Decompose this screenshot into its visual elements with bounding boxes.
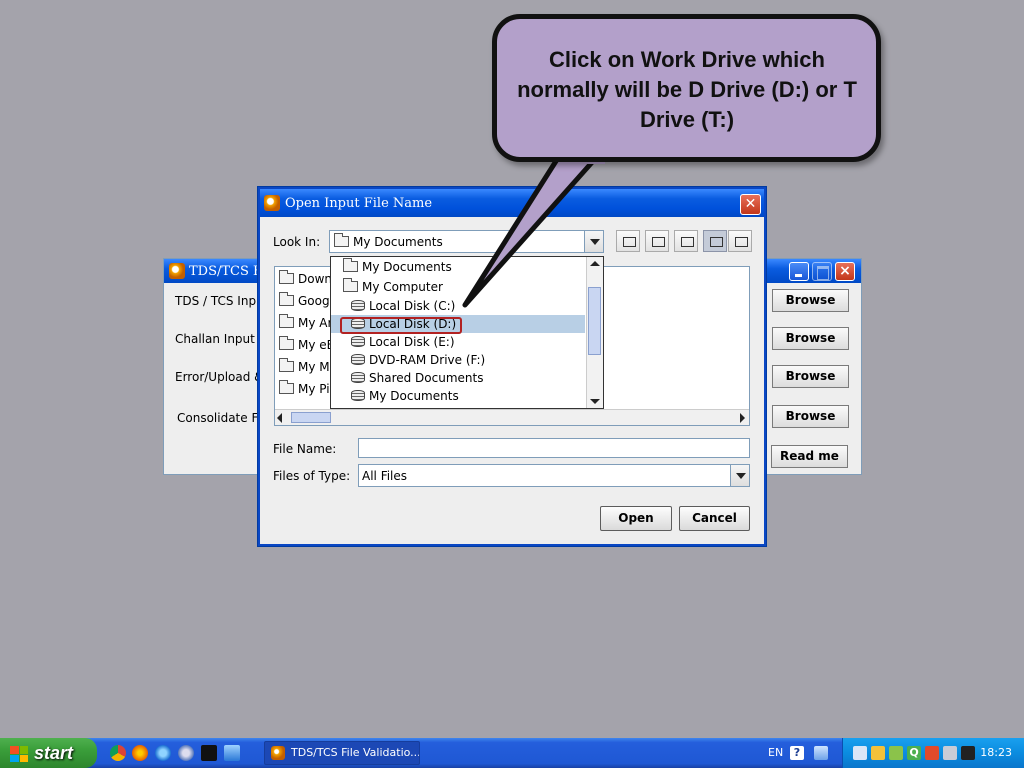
- browse-button-1[interactable]: Browse: [772, 289, 849, 312]
- minimize-icon[interactable]: [789, 262, 809, 281]
- folder-icon: [279, 380, 294, 394]
- list-view-icon[interactable]: [703, 230, 727, 252]
- dialog-title: Open Input File Name: [285, 195, 433, 211]
- taskbar: start TDS/TCS File Validatio... EN ? Q 1…: [0, 738, 1024, 768]
- disk-icon: [351, 390, 365, 401]
- new-folder-icon[interactable]: [674, 230, 698, 252]
- list-item[interactable]: My Art: [279, 314, 337, 330]
- callout-pointer: [462, 150, 605, 308]
- language-indicator[interactable]: EN: [768, 738, 783, 768]
- instruction-callout: Click on Work Drive which normally will …: [492, 14, 881, 162]
- browse-button-3[interactable]: Browse: [772, 365, 849, 388]
- scroll-down-icon[interactable]: [590, 399, 600, 404]
- clock[interactable]: 18:23: [980, 738, 1012, 768]
- scroll-right-icon[interactable]: [740, 413, 745, 423]
- firefox-icon[interactable]: [132, 745, 148, 761]
- system-tray: Q 18:23: [842, 738, 1024, 768]
- list-item[interactable]: Downl: [279, 270, 335, 286]
- challan-input-label: Challan Input Fi: [175, 332, 269, 346]
- browse-button-4[interactable]: Browse: [772, 405, 849, 428]
- keyboard-icon[interactable]: [814, 746, 828, 760]
- open-button[interactable]: Open: [600, 506, 672, 531]
- app-icon: [169, 263, 185, 279]
- help-icon[interactable]: ?: [790, 746, 804, 760]
- dropdown-item-my-computer[interactable]: My Computer: [343, 278, 443, 296]
- scroll-left-icon[interactable]: [277, 413, 282, 423]
- maximize-icon[interactable]: [812, 262, 832, 281]
- files-of-type-value: All Files: [362, 469, 408, 483]
- google-drive-icon[interactable]: [871, 746, 885, 760]
- selection-highlight-box: [340, 317, 462, 334]
- dropdown-item-shared-documents[interactable]: Shared Documents: [351, 369, 483, 387]
- volume-icon[interactable]: [925, 746, 939, 760]
- q-app-icon[interactable]: Q: [907, 746, 921, 760]
- horizontal-scrollbar[interactable]: [275, 409, 749, 425]
- taskbar-item-label: TDS/TCS File Validatio...: [291, 746, 420, 759]
- read-me-button[interactable]: Read me: [771, 445, 848, 468]
- consolidate-file-label: Consolidate Fil: [177, 411, 265, 425]
- taskbar-item-tds-tcs[interactable]: TDS/TCS File Validatio...: [264, 741, 420, 765]
- details-view-icon[interactable]: [728, 230, 752, 252]
- callout-text: Click on Work Drive which normally will …: [517, 47, 857, 132]
- folder-icon: [279, 358, 294, 372]
- app-icon: [271, 746, 285, 760]
- look-in-value: My Documents: [353, 235, 443, 249]
- network-icon[interactable]: [853, 746, 867, 760]
- disk-icon: [351, 300, 365, 311]
- home-icon[interactable]: [645, 230, 669, 252]
- error-upload-label: Error/Upload &: [175, 370, 264, 384]
- monitor-icon[interactable]: [961, 746, 975, 760]
- close-icon[interactable]: ×: [835, 262, 855, 281]
- file-name-field[interactable]: [358, 438, 750, 458]
- list-item[interactable]: My Pic: [279, 380, 336, 396]
- files-of-type-combo[interactable]: All Files: [358, 464, 750, 487]
- files-of-type-label: Files of Type:: [273, 469, 351, 483]
- command-prompt-icon[interactable]: [201, 745, 217, 761]
- folder-icon: [279, 336, 294, 350]
- sync-icon[interactable]: [889, 746, 903, 760]
- dropdown-item-my-documents-2[interactable]: My Documents: [351, 387, 459, 405]
- start-button[interactable]: start: [0, 738, 97, 768]
- start-label: start: [34, 743, 74, 763]
- dialog-close-icon[interactable]: ✕: [740, 194, 761, 215]
- dropdown-item-local-disk-e[interactable]: Local Disk (E:): [351, 333, 455, 351]
- settings-icon[interactable]: [224, 745, 240, 761]
- folder-icon: [279, 292, 294, 306]
- folder-icon: [334, 233, 349, 247]
- list-item[interactable]: My eB: [279, 336, 335, 352]
- folder-icon: [279, 314, 294, 328]
- browser-icon[interactable]: [178, 745, 194, 761]
- look-in-label: Look In:: [273, 235, 321, 249]
- browse-button-2[interactable]: Browse: [772, 327, 849, 350]
- internet-explorer-icon[interactable]: [155, 745, 171, 761]
- security-icon[interactable]: [943, 746, 957, 760]
- chrome-icon[interactable]: [110, 745, 126, 761]
- list-item[interactable]: My Mu: [279, 358, 337, 374]
- folder-icon: [343, 258, 358, 272]
- scroll-thumb[interactable]: [291, 412, 331, 423]
- dropdown-item-dvd-ram-drive[interactable]: DVD-RAM Drive (F:): [351, 351, 485, 369]
- app-icon: [264, 195, 280, 211]
- dropdown-item-my-documents[interactable]: My Documents: [343, 258, 452, 276]
- disk-icon: [351, 372, 365, 383]
- cancel-button[interactable]: Cancel: [679, 506, 750, 531]
- folder-icon: [279, 270, 294, 284]
- windows-logo-icon: [10, 746, 28, 762]
- disk-icon: [351, 336, 365, 347]
- chevron-down-icon[interactable]: [730, 465, 749, 486]
- dropdown-item-local-disk-c[interactable]: Local Disk (C:): [351, 297, 455, 315]
- folder-icon: [343, 278, 358, 292]
- tds-tcs-input-label: TDS / TCS Input: [175, 294, 269, 308]
- up-folder-icon[interactable]: [616, 230, 640, 252]
- file-name-label: File Name:: [273, 442, 337, 456]
- disk-icon: [351, 354, 365, 365]
